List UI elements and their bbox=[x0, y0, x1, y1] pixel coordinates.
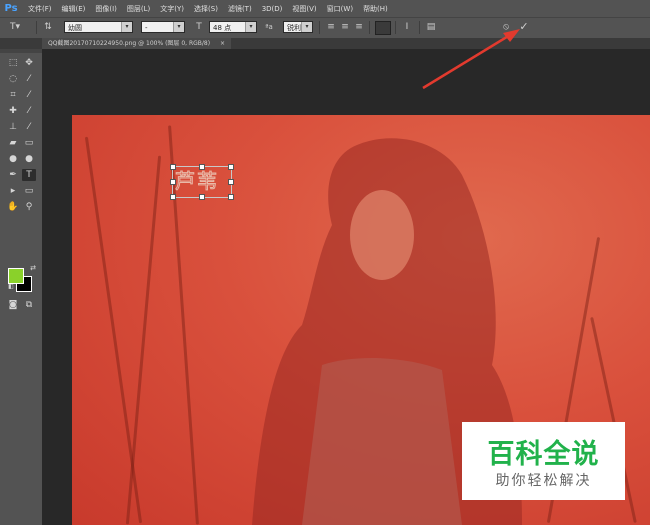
text-layer-bounding-box[interactable]: 芦苇 bbox=[170, 164, 234, 200]
text-color-swatch[interactable] bbox=[375, 21, 391, 35]
menu-layer[interactable]: 图层(L) bbox=[122, 4, 155, 14]
screen-mode-icon[interactable]: ⧉ bbox=[22, 299, 36, 311]
font-family-select[interactable]: 幼圆 ▾ bbox=[64, 21, 133, 33]
watermark-subtitle: 助你轻松解决 bbox=[495, 473, 592, 489]
font-size-value: 48 点 bbox=[213, 24, 232, 32]
document-tab-bar: QQ截图20170710224950.png @ 100% (图层 0, RGB… bbox=[0, 38, 650, 49]
menu-3d[interactable]: 3D(D) bbox=[257, 5, 288, 13]
chevron-down-icon: ▾ bbox=[245, 22, 256, 32]
zoom-tool-icon[interactable]: ⚲ bbox=[22, 201, 36, 213]
eraser-tool-icon[interactable]: ▰ bbox=[6, 137, 20, 149]
menu-edit[interactable]: 编辑(E) bbox=[57, 4, 91, 14]
transform-handle[interactable] bbox=[199, 164, 205, 170]
menu-window[interactable]: 窗口(W) bbox=[322, 4, 358, 14]
gradient-tool-icon[interactable]: ▭ bbox=[22, 137, 36, 149]
font-size-select[interactable]: 48 点 ▾ bbox=[209, 21, 257, 33]
menu-type[interactable]: 文字(Y) bbox=[155, 4, 189, 14]
chevron-down-icon: ▾ bbox=[173, 22, 184, 32]
transform-handle[interactable] bbox=[170, 179, 176, 185]
font-size-icon: T bbox=[196, 22, 202, 32]
cancel-icon[interactable]: ⦸ bbox=[500, 21, 512, 33]
anti-alias-value: 锐利 bbox=[287, 24, 301, 32]
quick-mask-icon[interactable]: ◙ bbox=[6, 299, 20, 311]
swap-colors-icon[interactable]: ⇄ bbox=[26, 262, 40, 274]
panel-grip[interactable] bbox=[0, 49, 42, 53]
divider bbox=[395, 21, 396, 34]
watermark-title: 百科全说 bbox=[487, 439, 600, 470]
transform-handle[interactable] bbox=[228, 164, 234, 170]
move-tool-icon[interactable]: ✥ bbox=[22, 57, 36, 69]
crop-tool-icon[interactable]: ⌗ bbox=[6, 89, 20, 101]
transform-handle[interactable] bbox=[228, 179, 234, 185]
options-bar: T▾ ⇅ 幼圆 ▾ - ▾ T 48 点 ▾ ªa 锐利 ▾ ≡ ≡ ≡ Ⅰ ▤… bbox=[0, 17, 650, 39]
divider bbox=[419, 21, 420, 34]
align-center-icon[interactable]: ≡ bbox=[339, 21, 351, 33]
divider bbox=[369, 21, 370, 34]
menu-help[interactable]: 帮助(H) bbox=[358, 4, 393, 14]
close-icon[interactable]: × bbox=[220, 40, 225, 47]
menu-bar: Ps 文件(F) 编辑(E) 图像(I) 图层(L) 文字(Y) 选择(S) 滤… bbox=[0, 0, 650, 17]
type-tool-preset-icon[interactable]: T▾ bbox=[8, 21, 22, 33]
lasso-tool-icon[interactable]: ◌ bbox=[6, 73, 20, 85]
menu-view[interactable]: 视图(V) bbox=[287, 4, 321, 14]
character-panel-icon[interactable]: ▤ bbox=[425, 21, 437, 33]
menu-image[interactable]: 图像(I) bbox=[90, 4, 122, 14]
menu-file[interactable]: 文件(F) bbox=[23, 4, 57, 14]
eyedropper-tool-icon[interactable]: ⁄ bbox=[22, 89, 36, 101]
transform-handle[interactable] bbox=[170, 164, 176, 170]
font-style-select[interactable]: - ▾ bbox=[141, 21, 185, 33]
transform-handle[interactable] bbox=[199, 194, 205, 200]
photoshop-logo: Ps bbox=[4, 2, 18, 14]
magic-wand-tool-icon[interactable]: ⁄ bbox=[22, 73, 36, 85]
pen-tool-icon[interactable]: ✒ bbox=[6, 169, 20, 181]
transform-handle[interactable] bbox=[170, 194, 176, 200]
align-right-icon[interactable]: ≡ bbox=[353, 21, 365, 33]
blur-tool-icon[interactable]: ● bbox=[6, 153, 20, 165]
tool-panel: ⬚ ✥ ◌ ⁄ ⌗ ⁄ ✚ ⁄ ⊥ ⁄ ▰ ▭ ● ● ✒ T ▸ ▭ ✋ ⚲ … bbox=[0, 49, 43, 525]
document-tab[interactable]: QQ截图20170710224950.png @ 100% (图层 0, RGB… bbox=[42, 38, 232, 49]
type-tool-icon[interactable]: T bbox=[22, 169, 36, 181]
path-selection-tool-icon[interactable]: ▸ bbox=[6, 185, 20, 197]
reed-stalk bbox=[125, 155, 162, 525]
warp-text-icon[interactable]: Ⅰ bbox=[401, 21, 413, 33]
chevron-down-icon: ▾ bbox=[301, 22, 312, 32]
text-layer-content[interactable]: 芦苇 bbox=[175, 169, 219, 194]
divider bbox=[36, 21, 37, 34]
anti-alias-icon: ªa bbox=[265, 23, 273, 31]
clone-stamp-tool-icon[interactable]: ⊥ bbox=[6, 121, 20, 133]
canvas-area[interactable]: 芦苇 百科全说 助你轻松解决 bbox=[42, 49, 650, 525]
orientation-toggle-icon[interactable]: ⇅ bbox=[42, 21, 54, 33]
transform-handle[interactable] bbox=[228, 194, 234, 200]
font-family-value: 幼圆 bbox=[68, 24, 82, 32]
font-style-value: - bbox=[145, 24, 148, 32]
align-left-icon[interactable]: ≡ bbox=[325, 21, 337, 33]
commit-icon[interactable]: ✓ bbox=[518, 21, 530, 33]
marquee-tool-icon[interactable]: ⬚ bbox=[6, 57, 20, 69]
watermark-badge: 百科全说 助你轻松解决 bbox=[462, 422, 625, 500]
menu-select[interactable]: 选择(S) bbox=[189, 4, 223, 14]
dodge-tool-icon[interactable]: ● bbox=[22, 153, 36, 165]
brush-tool-icon[interactable]: ⁄ bbox=[22, 105, 36, 117]
menu-filter[interactable]: 滤镜(T) bbox=[223, 4, 257, 14]
rectangle-tool-icon[interactable]: ▭ bbox=[22, 185, 36, 197]
document-tab-title: QQ截图20170710224950.png @ 100% (图层 0, RGB… bbox=[48, 40, 211, 47]
foreground-color-swatch[interactable] bbox=[8, 268, 24, 284]
chevron-down-icon: ▾ bbox=[121, 22, 132, 32]
hand-tool-icon[interactable]: ✋ bbox=[6, 201, 20, 213]
history-brush-tool-icon[interactable]: ⁄ bbox=[22, 121, 36, 133]
divider bbox=[319, 21, 320, 34]
healing-brush-tool-icon[interactable]: ✚ bbox=[6, 105, 20, 117]
anti-alias-select[interactable]: 锐利 ▾ bbox=[283, 21, 313, 33]
